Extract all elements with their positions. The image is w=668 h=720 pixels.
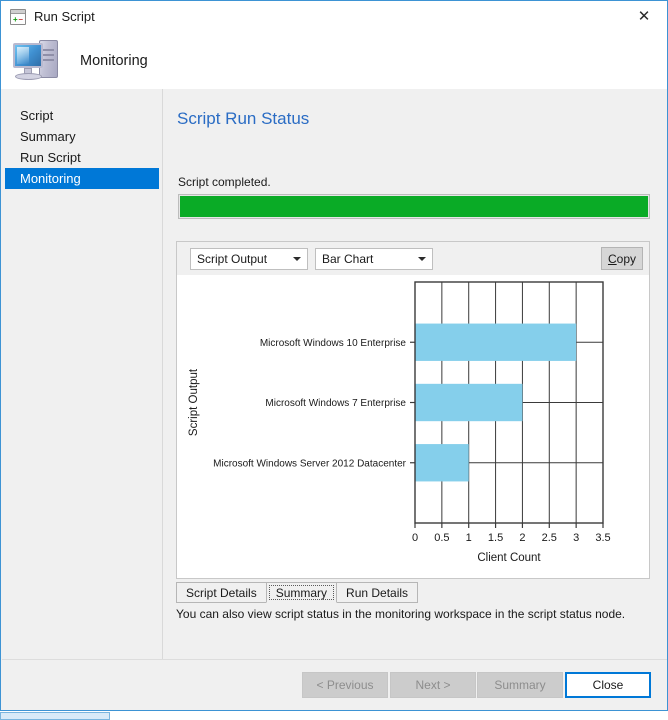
svg-text:3: 3 — [573, 532, 579, 544]
progress-bar — [178, 194, 650, 219]
chart-type-value: Bar Chart — [322, 251, 374, 266]
sidebar-item-label: Script — [20, 108, 54, 123]
svg-text:1.5: 1.5 — [488, 532, 503, 544]
page-heading: Monitoring — [80, 52, 148, 69]
tab-label: Run Details — [346, 585, 409, 600]
sidebar-item-run-script[interactable]: Run Script — [5, 147, 159, 168]
sidebar-item-script[interactable]: Script — [5, 105, 159, 126]
tab-run-details[interactable]: Run Details — [336, 582, 419, 603]
next-button-label: Next > — [415, 678, 451, 692]
bar-chart: Microsoft Windows 10 Enterprise Microsoft… — [177, 275, 649, 578]
script-window-icon: + – — [10, 8, 26, 25]
status-text: Script completed. — [178, 175, 271, 189]
chart-toolbar: Script Output Bar Chart Copy — [177, 242, 649, 275]
summary-button[interactable]: Summary — [477, 672, 563, 698]
close-button-label: Close — [592, 678, 624, 692]
sidebar-item-summary[interactable]: Summary — [5, 126, 159, 147]
output-source-select[interactable]: Script Output — [190, 247, 308, 270]
window-title: Run Script — [34, 9, 95, 24]
copy-button-accel: C — [607, 251, 617, 266]
tab-label: Script Details — [186, 585, 257, 600]
svg-text:Client Count: Client Count — [477, 552, 541, 564]
svg-text:2.5: 2.5 — [542, 532, 557, 544]
page-title: Script Run Status — [177, 109, 310, 128]
sidebar-item-monitoring[interactable]: Monitoring — [5, 168, 159, 189]
tab-label: Summary — [275, 585, 328, 600]
copy-button[interactable]: Copy — [601, 247, 643, 270]
dialog-header: Monitoring — [1, 32, 667, 89]
svg-text:Microsoft Windows 7 Enterprise: Microsoft Windows 7 Enterprise — [265, 398, 406, 409]
close-button[interactable]: Close — [565, 672, 651, 698]
svg-text:3.5: 3.5 — [595, 532, 610, 544]
chevron-down-icon — [293, 256, 301, 261]
detail-tabs: Script Details Summary Run Details — [176, 581, 419, 603]
run-script-dialog: + – Run Script ✕ Monitoring Script Summa… — [0, 0, 668, 711]
tab-script-details[interactable]: Script Details — [176, 582, 267, 603]
output-source-value: Script Output — [197, 251, 268, 266]
svg-text:0: 0 — [412, 532, 418, 544]
sidebar-item-label: Monitoring — [20, 171, 81, 186]
progress-bar-fill — [180, 196, 648, 217]
computer-monitor-icon — [11, 37, 63, 85]
next-button[interactable]: Next > — [390, 672, 476, 698]
wizard-step-list: Script Summary Run Script Monitoring — [2, 89, 163, 659]
dialog-footer: < Previous Next > Summary Close — [2, 659, 667, 710]
svg-text:Microsoft Windows Server 2012: Microsoft Windows Server 2012 Datacenter — [213, 458, 407, 469]
chart-panel: Script Output Bar Chart Copy Microsoft W… — [176, 241, 650, 579]
tab-summary[interactable]: Summary — [265, 582, 338, 603]
close-icon[interactable]: ✕ — [621, 1, 667, 31]
bar-chart-svg: Microsoft Windows 10 Enterprise Microsoft… — [188, 281, 611, 564]
svg-text:0.5: 0.5 — [434, 532, 449, 544]
summary-button-label: Summary — [494, 678, 546, 692]
chevron-down-icon — [418, 256, 426, 261]
sidebar-item-label: Summary — [20, 129, 76, 144]
title-bar: + – Run Script ✕ — [1, 1, 667, 32]
previous-button[interactable]: < Previous — [302, 672, 388, 698]
svg-text:Script Output: Script Output — [188, 368, 200, 436]
svg-text:2: 2 — [519, 532, 525, 544]
svg-text:1: 1 — [466, 532, 472, 544]
taskbar-sliver — [0, 712, 110, 720]
svg-text:Microsoft Windows 10 Enterpris: Microsoft Windows 10 Enterprise — [260, 338, 407, 349]
previous-button-label: < Previous — [316, 678, 374, 692]
hint-text: You can also view script status in the m… — [176, 607, 626, 621]
chart-type-select[interactable]: Bar Chart — [315, 247, 433, 270]
sidebar-item-label: Run Script — [20, 150, 81, 165]
copy-button-label: opy — [616, 251, 637, 266]
content-panel: Script Run Status Script completed. Scri… — [164, 89, 667, 659]
